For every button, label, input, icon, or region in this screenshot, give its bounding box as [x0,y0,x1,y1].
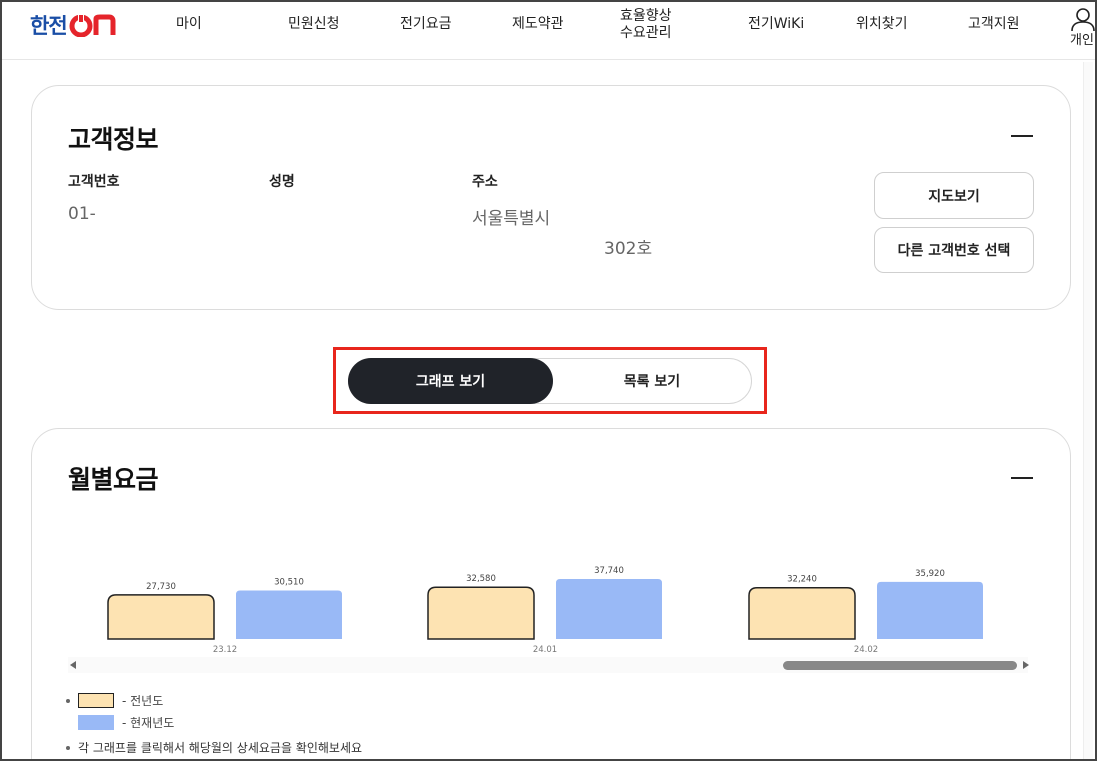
monthly-charges-title: 월별요금 [68,465,159,494]
page-scrollbar[interactable] [1083,62,1093,759]
category-label: 24.02 [854,645,878,655]
list-view-tab[interactable]: 목록 보기 [553,358,751,404]
nav-efficiency[interactable]: 효율향상 수요관리 [620,8,672,42]
collapse-icon[interactable] [1011,477,1033,479]
address-label: 주소 [472,174,498,190]
bar-prev-year[interactable] [748,586,856,640]
customer-number-value: 01- [68,204,96,224]
nav-my[interactable]: 마이 [176,16,202,33]
category-label: 24.01 [533,645,557,655]
address-line2: 302호 [604,239,653,259]
nav-electric-wiki[interactable]: 전기WiKi [748,16,804,33]
bullet [66,698,70,703]
curr-year-swatch [78,715,114,730]
legend-curr-label: - 현재년도 [122,716,175,730]
collapse-icon[interactable] [1011,135,1033,137]
chart-hint: 각 그래프를 클릭해서 해당월의 상세요금을 확인해보세요 [66,739,362,756]
nav-policy-terms[interactable]: 제도약관 [512,16,564,33]
kepco-on-logo[interactable]: 한전 [30,12,133,38]
bar-value-label: 35,920 [915,569,945,579]
nav-location[interactable]: 위치찾기 [856,16,908,33]
legend-prev-year: - 전년도 [66,692,163,709]
bar-value-label: 37,740 [594,566,624,576]
graph-view-tab[interactable]: 그래프 보기 [348,358,553,404]
chart-hint-text: 각 그래프를 클릭해서 해당월의 상세요금을 확인해보세요 [78,741,363,755]
address-line1: 서울특별시 [472,209,551,229]
legend-prev-label: - 전년도 [122,694,164,708]
logo-on-mark [69,14,116,37]
user-menu-label[interactable]: 개인 [1070,29,1094,48]
top-header: 한전 마이 민원신청 전기요금 제도약관 효율향상 수요관리 전기WiKi 위치… [2,2,1095,60]
nav-civil-request[interactable]: 민원신청 [288,16,340,33]
customer-number-label: 고객번호 [68,174,120,190]
customer-info-title: 고객정보 [68,125,159,154]
bar-value-label: 32,580 [466,574,496,584]
prev-year-swatch [78,693,114,708]
bar-value-label: 27,730 [146,582,176,592]
bullet [66,745,70,750]
category-label: 23.12 [213,645,237,655]
nav-electric-rate[interactable]: 전기요금 [400,16,452,33]
logo-main-text: 한전 [30,14,68,38]
select-other-customer-button[interactable]: 다른 고객번호 선택 [874,227,1034,273]
map-view-button[interactable]: 지도보기 [874,172,1034,219]
nav-customer-support[interactable]: 고객지원 [968,16,1020,33]
customer-name-label: 성명 [269,174,295,190]
view-toggle: 그래프 보기 목록 보기 [348,358,752,404]
bar-curr-year[interactable] [556,579,662,639]
customer-info-card: 고객정보 고객번호 01- 성명 주소 서울특별시 302호 지도보기 다른 고… [31,85,1071,310]
bar-value-label: 30,510 [274,577,304,587]
bar-curr-year[interactable] [236,590,342,639]
bar-prev-year[interactable] [107,594,215,640]
bar-value-label: 32,240 [787,575,817,585]
user-icon[interactable] [1070,7,1096,31]
legend-curr-year: - 현재년도 [78,714,174,731]
chart-scroll-thumb[interactable] [783,661,1017,670]
monthly-bar-chart: 27,730 30,510 23.12 32,580 37,740 24.01 32,240… [68,566,1029,673]
bar-prev-year[interactable] [427,586,535,640]
bar-curr-year[interactable] [877,581,983,639]
